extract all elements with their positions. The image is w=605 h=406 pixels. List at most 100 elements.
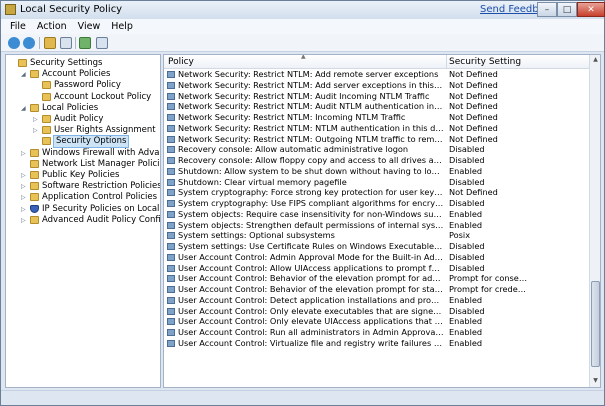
policy-icon xyxy=(167,232,175,240)
up-one-level-icon[interactable] xyxy=(44,37,56,49)
back-icon[interactable] xyxy=(8,37,20,49)
policy-setting: Disabled xyxy=(449,198,485,208)
policy-name: Recovery console: Allow floppy copy and … xyxy=(178,155,444,165)
menu-view[interactable]: View xyxy=(78,19,101,34)
toolbar-separator xyxy=(39,37,40,49)
policy-setting: Enabled xyxy=(449,208,483,219)
maximize-button[interactable]: □ xyxy=(557,2,577,17)
tree-node[interactable]: ▷ IP Security Policies on Local Compute xyxy=(6,204,160,215)
tree-node[interactable]: Account Lockout Policy xyxy=(6,92,160,103)
policy-row[interactable]: Network Security: Restrict NTLM: Add ser… xyxy=(164,80,589,91)
menu-help[interactable]: Help xyxy=(111,19,133,34)
expand-toggle-icon[interactable]: ▷ xyxy=(21,170,29,180)
policy-row[interactable]: User Account Control: Admin Approval Mod… xyxy=(164,252,589,263)
forward-icon[interactable] xyxy=(23,37,35,49)
tree-node[interactable]: Security Settings xyxy=(6,58,160,69)
policy-name: User Account Control: Detect application… xyxy=(178,294,444,305)
policy-row[interactable]: System settings: Optional subsystems Posi… xyxy=(164,230,589,241)
policy-row[interactable]: System cryptography: Use FIPS compliant … xyxy=(164,198,589,209)
expand-toggle-icon[interactable]: ▷ xyxy=(21,181,29,191)
policy-row[interactable]: User Account Control: Behavior of the el… xyxy=(164,284,589,295)
tree-node[interactable]: ▷ Advanced Audit Policy Configuration xyxy=(6,215,160,226)
column-divider[interactable] xyxy=(446,55,447,69)
help-icon[interactable] xyxy=(96,37,108,49)
policy-row[interactable]: Network Security: Restrict NTLM: Audit I… xyxy=(164,91,589,102)
policy-row[interactable]: User Account Control: Only elevate UIAcc… xyxy=(164,316,589,327)
close-button[interactable]: ✕ xyxy=(577,2,605,17)
expand-toggle-icon[interactable]: ▷ xyxy=(21,204,29,214)
policy-row[interactable]: Network Security: Restrict NTLM: NTLM au… xyxy=(164,123,589,134)
tree-node[interactable]: ◢ Local Policies xyxy=(6,103,160,114)
expand-toggle-icon[interactable]: ▷ xyxy=(21,215,29,225)
policy-name: System settings: Use Certificate Rules o… xyxy=(178,241,444,251)
policy-row[interactable]: User Account Control: Only elevate execu… xyxy=(164,306,589,317)
policy-row[interactable]: User Account Control: Virtualize file an… xyxy=(164,338,589,349)
menu-file[interactable]: File xyxy=(10,19,26,34)
status-bar xyxy=(1,390,604,405)
tree-node[interactable]: ▷ Software Restriction Policies xyxy=(6,181,160,192)
column-header-policy[interactable]: Policy xyxy=(168,57,194,67)
policy-name: System cryptography: Use FIPS compliant … xyxy=(178,198,444,208)
expand-toggle-icon[interactable]: ▷ xyxy=(21,192,29,202)
policy-setting: Not Defined xyxy=(449,79,498,90)
export-list-icon[interactable] xyxy=(79,37,91,49)
policy-setting: Not Defined xyxy=(449,69,498,79)
tree-node[interactable]: Network List Manager Policies xyxy=(6,158,161,170)
scroll-down-icon[interactable]: ▼ xyxy=(591,376,600,386)
policy-row[interactable]: System settings: Use Certificate Rules o… xyxy=(164,241,589,252)
expand-toggle-icon[interactable]: ▷ xyxy=(21,148,29,158)
policy-row[interactable]: Recovery console: Allow floppy copy and … xyxy=(164,155,589,166)
window-title: Local Security Policy xyxy=(20,4,123,15)
policy-row[interactable]: System objects: Strengthen default permi… xyxy=(164,220,589,231)
tree-node[interactable]: ▷ User Rights Assignment xyxy=(6,125,160,136)
policy-row[interactable]: User Account Control: Detect application… xyxy=(164,295,589,306)
expand-toggle-icon[interactable]: ◢ xyxy=(21,69,29,79)
policy-setting: Not Defined xyxy=(449,187,498,198)
expand-toggle-icon[interactable]: ◢ xyxy=(21,103,29,113)
policy-row[interactable]: System cryptography: Force strong key pr… xyxy=(164,187,589,198)
folder-icon xyxy=(42,115,51,123)
tree-node[interactable]: ◢ Account Policies xyxy=(6,69,160,80)
policy-setting: Enabled xyxy=(449,337,483,348)
folder-icon xyxy=(42,126,51,135)
show-hide-tree-icon[interactable] xyxy=(60,37,72,49)
tree-node[interactable]: ▷ Application Control Policies xyxy=(6,192,160,203)
policy-row[interactable]: Shutdown: Clear virtual memory pagefile D… xyxy=(164,177,589,188)
policy-icon xyxy=(167,71,175,78)
policy-row[interactable]: User Account Control: Behavior of the el… xyxy=(164,273,589,284)
policy-row[interactable]: User Account Control: Allow UIAccess app… xyxy=(164,263,589,274)
tree-node-label: User Rights Assignment xyxy=(54,125,156,136)
tree-node[interactable]: Password Policy xyxy=(6,80,160,91)
expand-toggle-icon[interactable]: ▷ xyxy=(33,114,41,124)
column-header-security-setting[interactable]: Security Setting xyxy=(449,57,521,67)
policy-icon xyxy=(167,157,175,164)
policy-icon xyxy=(167,339,175,347)
expand-toggle-icon[interactable]: ▷ xyxy=(33,125,41,135)
tree-node[interactable]: ▷ Windows Firewall with Advanced Secu xyxy=(6,148,160,159)
tree-node[interactable]: ▷ Public Key Policies xyxy=(6,170,160,181)
scroll-up-icon[interactable]: ▲ xyxy=(591,55,600,65)
policy-row[interactable]: Network Security: Restrict NTLM: Outgoin… xyxy=(164,134,589,145)
policy-name: Network Security: Restrict NTLM: Add rem… xyxy=(178,69,439,79)
policy-icon xyxy=(167,286,175,293)
policy-name: Network Security: Restrict NTLM: Add ser… xyxy=(178,79,444,90)
vertical-scrollbar[interactable]: ▲ ▼ xyxy=(589,55,600,387)
policy-row[interactable]: Shutdown: Allow system to be shut down w… xyxy=(164,166,589,177)
tree-node-label: Network List Manager Policies xyxy=(42,158,161,169)
policy-row[interactable]: Network Security: Restrict NTLM: Add rem… xyxy=(164,69,589,80)
minimize-button[interactable]: – xyxy=(537,2,557,17)
policy-icon xyxy=(167,189,175,197)
tree-node-label: Security Settings xyxy=(30,58,103,68)
policy-icon xyxy=(167,114,175,121)
policy-row[interactable]: Network Security: Restrict NTLM: Incomin… xyxy=(164,112,589,123)
policy-row[interactable]: Recovery console: Allow automatic admini… xyxy=(164,144,589,155)
tree-node[interactable]: Security Options xyxy=(6,135,160,149)
policy-row[interactable]: System objects: Require case insensitivi… xyxy=(164,209,589,220)
tree-node[interactable]: ▷ Audit Policy xyxy=(6,114,160,125)
policy-row[interactable]: Network Security: Restrict NTLM: Audit N… xyxy=(164,101,589,112)
scroll-thumb[interactable] xyxy=(591,281,600,367)
policy-setting: Disabled xyxy=(449,262,485,273)
policy-row[interactable]: User Account Control: Run all administra… xyxy=(164,327,589,338)
menu-action[interactable]: Action xyxy=(37,19,67,34)
